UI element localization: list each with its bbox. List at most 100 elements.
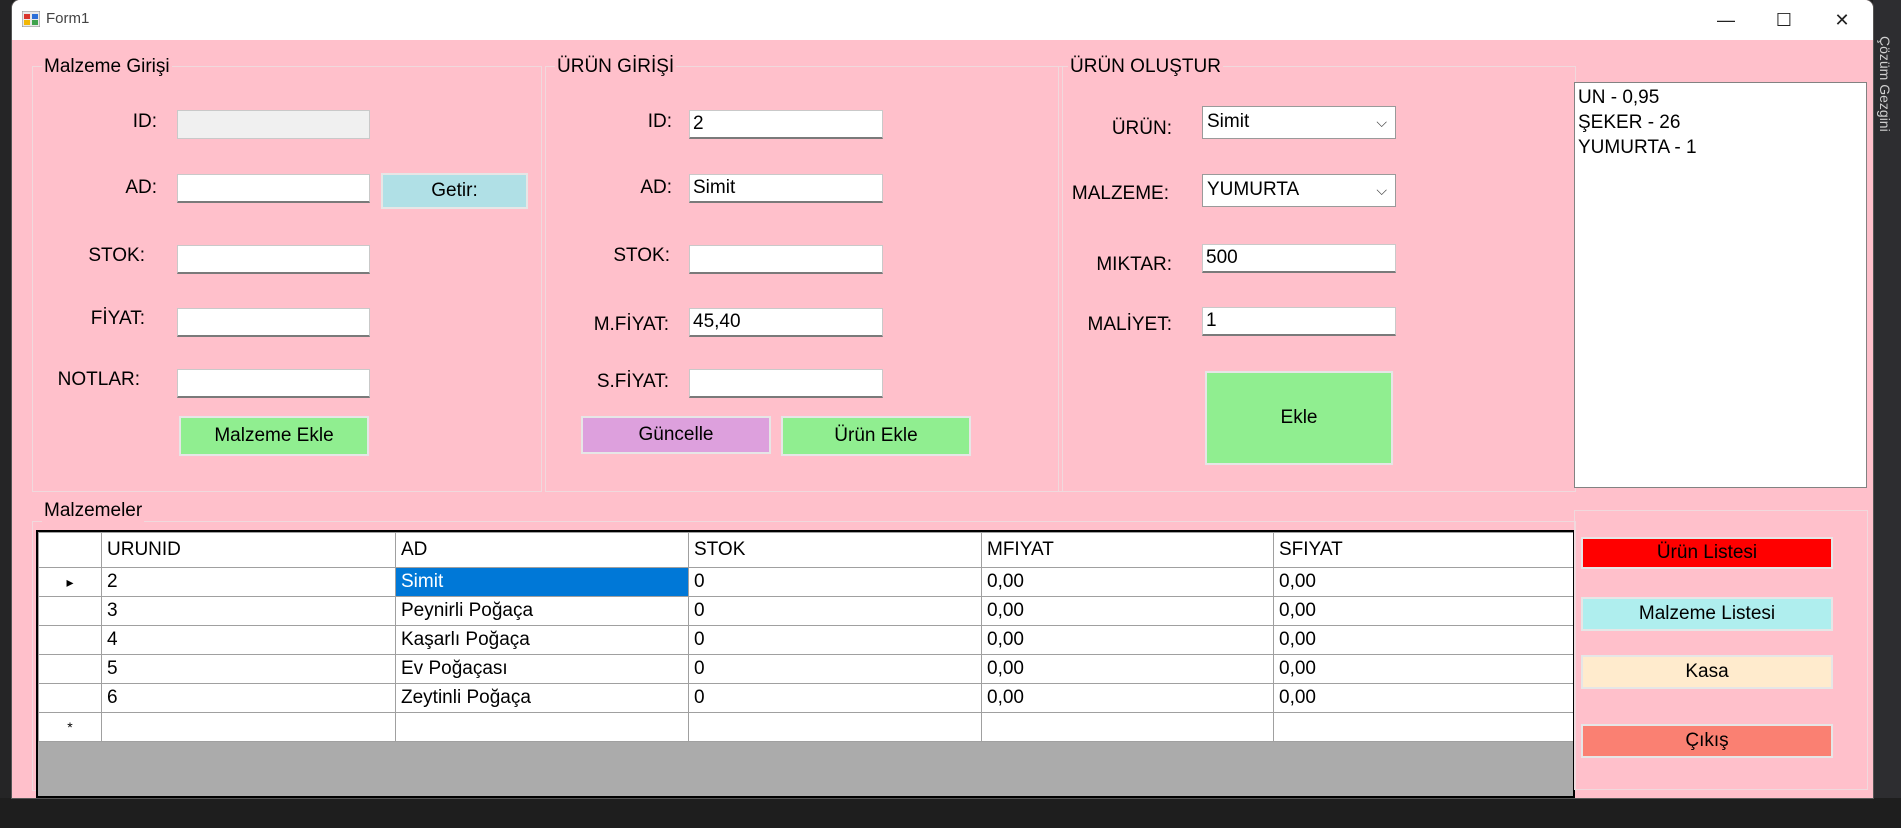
urun-sfiyat-field[interactable]: [689, 369, 883, 398]
minimize-button[interactable]: —: [1697, 0, 1755, 40]
table-cell[interactable]: [688, 712, 982, 742]
malzemeler-title: Malzemeler: [42, 500, 145, 522]
urun-listesi-button[interactable]: Ürün Listesi: [1581, 537, 1833, 569]
table-cell[interactable]: Zeytinli Poğaça: [395, 683, 689, 713]
urun-ekle-button[interactable]: Ürün Ekle: [781, 416, 971, 456]
malzeme-stok-field[interactable]: [177, 245, 370, 274]
malzeme-ad-field[interactable]: [177, 174, 370, 203]
list-item[interactable]: ŞEKER - 26: [1578, 110, 1863, 135]
table-cell[interactable]: 3: [101, 596, 396, 626]
ekle-button[interactable]: Ekle: [1205, 371, 1393, 465]
column-header-stok[interactable]: STOK: [688, 532, 982, 568]
cikis-button[interactable]: Çıkış: [1581, 724, 1833, 758]
urun-ad-label: AD:: [640, 177, 672, 198]
urun-stok-label: STOK:: [613, 245, 670, 266]
table-cell[interactable]: 5: [101, 654, 396, 684]
table-row[interactable]: 4 Kaşarlı Poğaça 0 0,00 0,00: [38, 625, 1573, 655]
olustur-miktar-label: MIKTAR:: [1096, 254, 1172, 275]
row-header-corner[interactable]: [38, 532, 102, 568]
malzeme-combobox[interactable]: YUMURTA ⌵: [1202, 174, 1396, 207]
table-cell[interactable]: [1273, 712, 1573, 742]
urun-id-label: ID:: [647, 111, 672, 132]
solution-explorer-tab[interactable]: Çözüm Gezgini: [1877, 36, 1893, 132]
column-header-ad[interactable]: AD: [395, 532, 689, 568]
olustur-urun-label: ÜRÜN:: [1111, 118, 1172, 139]
column-header-mfiyat[interactable]: MFIYAT: [981, 532, 1274, 568]
urun-olustur-title: ÜRÜN OLUŞTUR: [1068, 56, 1223, 78]
chevron-down-icon[interactable]: ⌵: [1376, 107, 1387, 137]
urun-girisi-title: ÜRÜN GİRİŞİ: [555, 56, 677, 78]
urun-mfiyat-field[interactable]: 45,40: [689, 308, 883, 337]
new-row-indicator-icon[interactable]: *: [38, 712, 102, 742]
table-cell[interactable]: 0,00: [981, 567, 1274, 597]
malzeme-id-field[interactable]: [177, 110, 370, 139]
getir-button[interactable]: Getir:: [381, 173, 528, 209]
table-row[interactable]: ▸ 2 Simit 0 0,00 0,00: [38, 567, 1573, 597]
table-cell[interactable]: 0: [688, 596, 982, 626]
urun-mfiyat-label: M.FİYAT:: [593, 314, 669, 335]
ide-side-panel: Çözüm Gezgini: [1873, 0, 1901, 828]
table-row[interactable]: 3 Peynirli Poğaça 0 0,00 0,00: [38, 596, 1573, 626]
urun-ad-field[interactable]: Simit: [689, 174, 883, 203]
new-row[interactable]: *: [38, 712, 1573, 742]
malzeme-ad-label: AD:: [125, 177, 157, 198]
malzeme-fiyat-field[interactable]: [177, 308, 370, 337]
urun-combobox[interactable]: Simit ⌵: [1202, 106, 1396, 139]
table-cell[interactable]: 0,00: [981, 654, 1274, 684]
malzeme-fiyat-label: FİYAT:: [90, 308, 145, 329]
malzeme-notlar-label: NOTLAR:: [57, 369, 140, 390]
table-cell[interactable]: [395, 712, 689, 742]
table-cell[interactable]: 4: [101, 625, 396, 655]
row-header[interactable]: [38, 625, 102, 655]
list-item[interactable]: YUMURTA - 1: [1578, 135, 1863, 160]
guncelle-button[interactable]: Güncelle: [581, 416, 771, 454]
table-cell[interactable]: 0,00: [981, 683, 1274, 713]
ide-background-left: [0, 0, 12, 828]
urun-stok-field[interactable]: [689, 245, 883, 274]
table-cell[interactable]: 0,00: [1273, 625, 1573, 655]
malzeme-ekle-button[interactable]: Malzeme Ekle: [179, 416, 369, 456]
table-cell[interactable]: 0,00: [981, 596, 1274, 626]
row-header[interactable]: [38, 596, 102, 626]
table-cell[interactable]: 0,00: [1273, 654, 1573, 684]
table-row[interactable]: 5 Ev Poğaçası 0 0,00 0,00: [38, 654, 1573, 684]
table-row[interactable]: 6 Zeytinli Poğaça 0 0,00 0,00: [38, 683, 1573, 713]
malzeme-girisi-title: Malzeme Girişi: [42, 56, 172, 78]
close-button[interactable]: ✕: [1813, 0, 1871, 40]
miktar-field[interactable]: 500: [1202, 244, 1396, 273]
malzeme-notlar-field[interactable]: [177, 369, 370, 398]
recipe-listbox[interactable]: UN - 0,95 ŞEKER - 26 YUMURTA - 1: [1574, 82, 1867, 488]
table-cell[interactable]: 0,00: [981, 625, 1274, 655]
table-cell[interactable]: 0,00: [1273, 683, 1573, 713]
table-cell[interactable]: 0,00: [1273, 596, 1573, 626]
kasa-button[interactable]: Kasa: [1581, 655, 1833, 689]
table-cell-selected[interactable]: Simit: [395, 567, 689, 597]
urun-id-field[interactable]: 2: [689, 110, 883, 139]
table-cell[interactable]: 0,00: [1273, 567, 1573, 597]
table-cell[interactable]: 0: [688, 567, 982, 597]
column-header-sfiyat[interactable]: SFIYAT: [1273, 532, 1573, 568]
table-cell[interactable]: Ev Poğaçası: [395, 654, 689, 684]
column-header-urunid[interactable]: URUNID: [101, 532, 396, 568]
maliyet-field[interactable]: 1: [1202, 307, 1396, 336]
table-cell[interactable]: 2: [101, 567, 396, 597]
table-cell[interactable]: [981, 712, 1274, 742]
malzemeler-datagrid[interactable]: URUNID AD STOK MFIYAT SFIYAT ▸ 2 Simit 0…: [36, 530, 1575, 798]
datagrid-table: URUNID AD STOK MFIYAT SFIYAT ▸ 2 Simit 0…: [38, 532, 1573, 742]
table-cell[interactable]: Kaşarlı Poğaça: [395, 625, 689, 655]
row-header[interactable]: [38, 683, 102, 713]
chevron-down-icon[interactable]: ⌵: [1376, 175, 1387, 205]
table-cell[interactable]: 0: [688, 683, 982, 713]
current-row-indicator-icon[interactable]: ▸: [38, 567, 102, 597]
row-header[interactable]: [38, 654, 102, 684]
malzeme-listesi-button[interactable]: Malzeme Listesi: [1581, 597, 1833, 631]
olustur-maliyet-label: MALİYET:: [1087, 314, 1172, 335]
table-cell[interactable]: [101, 712, 396, 742]
maximize-button[interactable]: ☐: [1755, 0, 1813, 40]
table-cell[interactable]: Peynirli Poğaça: [395, 596, 689, 626]
list-item[interactable]: UN - 0,95: [1578, 85, 1863, 110]
header-row: URUNID AD STOK MFIYAT SFIYAT: [38, 532, 1573, 568]
table-cell[interactable]: 0: [688, 625, 982, 655]
table-cell[interactable]: 6: [101, 683, 396, 713]
table-cell[interactable]: 0: [688, 654, 982, 684]
